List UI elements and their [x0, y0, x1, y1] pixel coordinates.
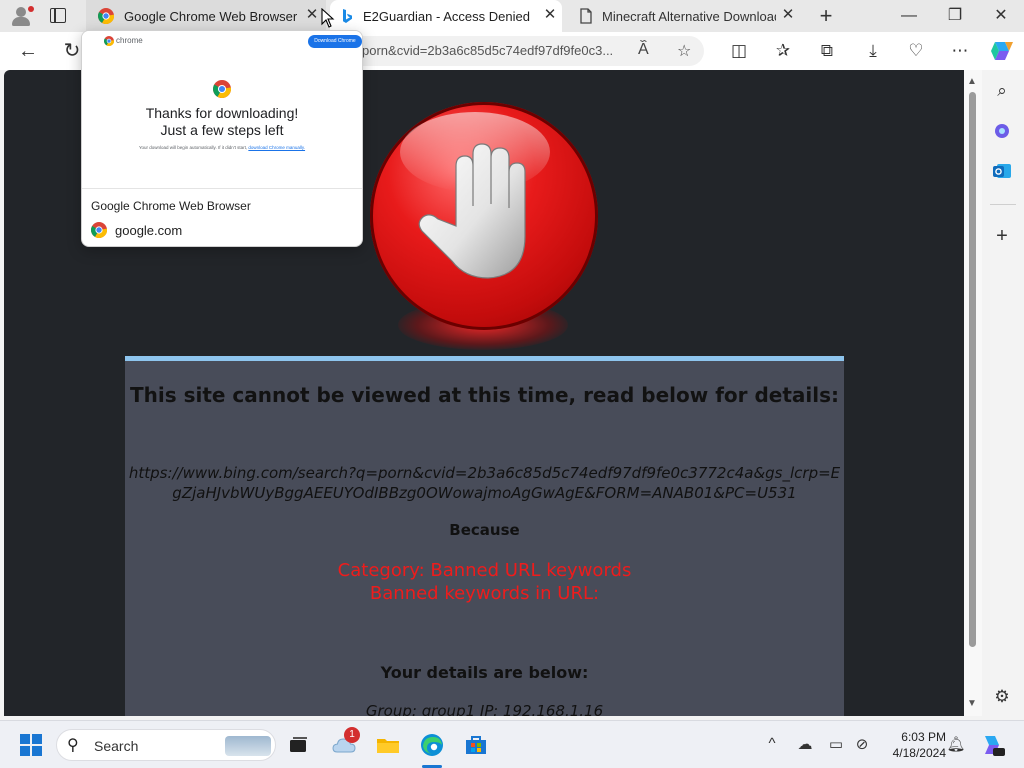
page-icon [580, 8, 592, 24]
close-tab-icon[interactable]: ✕ [780, 7, 796, 23]
denied-title: This site cannot be viewed at this time,… [129, 383, 840, 407]
preview-title: Google Chrome Web Browser [91, 199, 251, 213]
preview-thumbnail: chrome Download Chrome Thanks for downlo… [82, 31, 362, 189]
preview-domain: google.com [115, 223, 183, 238]
split-screen-icon[interactable]: ◫ [728, 41, 750, 63]
taskbar-search-label: Search [94, 738, 139, 754]
vertical-scrollbar[interactable]: ▲ ▼ [964, 70, 982, 716]
scroll-down-icon[interactable]: ▼ [967, 698, 977, 709]
back-icon[interactable]: ← [16, 40, 40, 64]
collections-icon[interactable]: ⧉ [816, 41, 838, 63]
details-heading: Your details are below: [380, 663, 589, 682]
favorite-star-icon[interactable]: ☆ [677, 41, 691, 61]
search-icon[interactable]: ⌕ [991, 80, 1013, 102]
windows-start-icon[interactable] [20, 734, 42, 756]
clock-date: 4/18/2024 [892, 746, 946, 760]
copilot-preview-icon[interactable] [980, 732, 1006, 758]
because-label: Because [449, 521, 520, 539]
chrome-logo-icon [104, 36, 114, 46]
tab-chrome[interactable]: Google Chrome Web Browser ✕ [86, 0, 326, 32]
preview-headline-2: Just a few steps left [160, 122, 284, 138]
chrome-logo-icon [213, 80, 231, 98]
scrollbar-thumb[interactable] [969, 92, 976, 647]
preview-brand: chrome [116, 36, 143, 45]
close-tab-icon[interactable]: ✕ [304, 7, 320, 23]
more-menu-icon[interactable]: ⋯ [949, 41, 971, 63]
category-detail: Banned keywords in URL: [369, 583, 600, 604]
block-category: Category: Banned URL keywords Banned key… [125, 559, 844, 605]
tab-title: Google Chrome Web Browser [124, 8, 298, 24]
preview-download-button: Download Chrome [308, 35, 362, 48]
tab-title: E2Guardian - Access Denied [363, 8, 530, 24]
tab-title: Minecraft Alternative Downloads [602, 8, 776, 24]
close-tab-icon[interactable]: ✕ [542, 7, 558, 23]
close-window-icon[interactable]: ✕ [986, 4, 1016, 28]
tab-minecraft[interactable]: Minecraft Alternative Downloads ✕ [570, 0, 804, 32]
profile-icon[interactable] [10, 5, 34, 27]
network-icon[interactable]: ⊘ [852, 735, 872, 753]
search-icon: ⚲ [67, 737, 79, 754]
restore-icon[interactable]: ❐ [940, 4, 970, 28]
minimize-icon[interactable]: — [894, 4, 924, 28]
tab-actions-icon[interactable] [50, 8, 66, 23]
tab-e2guardian[interactable]: E2Guardian - Access Denied ✕ [330, 0, 562, 32]
browser-essentials-icon[interactable]: ♡ [905, 41, 927, 63]
tab-strip: Google Chrome Web Browser ✕ E2Guardian -… [0, 0, 1024, 32]
taskbar-search-box[interactable]: ⚲ Search [56, 729, 276, 761]
taskbar-clock[interactable]: 6:03 PM 4/18/2024 [876, 729, 946, 761]
mouse-cursor-icon [321, 8, 335, 28]
outlook-icon[interactable] [991, 160, 1013, 182]
downloads-icon[interactable]: ⤓ [862, 41, 884, 63]
file-explorer-icon[interactable] [374, 731, 402, 759]
edge-icon[interactable] [418, 731, 446, 759]
preview-small-link: download Chrome manually. [248, 145, 306, 150]
edge-sidebar: ⌕ + ⚙ [982, 70, 1024, 716]
preview-small-text-label: Your download will begin automatically. … [138, 145, 248, 150]
microsoft-store-icon[interactable] [462, 731, 490, 759]
group-ip-line: Group: group1 IP: 192.168.1.16 [365, 702, 604, 716]
chrome-icon [98, 8, 114, 24]
clock-time: 6:03 PM [901, 730, 946, 744]
bing-icon [343, 9, 352, 23]
new-tab-icon[interactable]: + [815, 5, 837, 27]
settings-gear-icon[interactable]: ⚙ [991, 686, 1013, 708]
access-denied-panel: This site cannot be viewed at this time,… [125, 356, 844, 716]
preview-headline: Thanks for downloading! Just a few steps… [82, 105, 362, 139]
show-hidden-icons-icon[interactable]: ^ [762, 735, 782, 752]
read-aloud-icon[interactable]: A᷈ [638, 41, 649, 59]
chrome-icon [91, 222, 107, 238]
scroll-up-icon[interactable]: ▲ [967, 76, 977, 87]
add-sidebar-app-icon[interactable]: + [991, 225, 1013, 247]
search-highlight-image [225, 736, 271, 756]
display-icon[interactable]: ▭ [826, 735, 846, 753]
favorites-icon[interactable]: ✰ [772, 41, 794, 63]
notification-bell-icon[interactable]: 🔔︎ [946, 735, 966, 753]
stop-hand-icon [368, 100, 604, 350]
address-url[interactable]: porn&cvid=2b3a6c85d5c74edf97df9fe0c3... [362, 43, 632, 58]
preview-headline-1: Thanks for downloading! [145, 105, 299, 121]
copilot-sidebar-icon[interactable] [991, 120, 1013, 142]
task-view-icon[interactable] [284, 731, 312, 759]
notification-badge: 1 [344, 727, 360, 743]
preview-small-text: Your download will begin automatically. … [82, 145, 362, 150]
onedrive-offline-icon[interactable]: ☁ [795, 735, 815, 753]
tab-hover-preview: chrome Download Chrome Thanks for downlo… [81, 30, 363, 247]
category-label: Category: Banned URL keywords [337, 560, 632, 581]
taskbar: ⚲ Search ^ ☁ ▭ ⊘ 6:03 PM 4/18/2024 🔔︎ [0, 720, 1024, 768]
copilot-icon[interactable] [989, 39, 1015, 63]
blocked-url: https://www.bing.com/search?q=porn&cvid=… [128, 464, 841, 502]
